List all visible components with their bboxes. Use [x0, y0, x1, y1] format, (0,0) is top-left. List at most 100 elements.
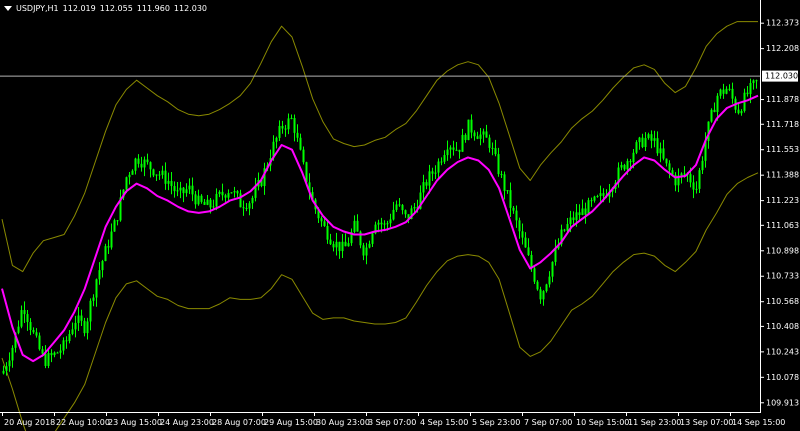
candle-body [590, 200, 593, 202]
candle-body [296, 132, 299, 138]
y-tick-label: 110.243 [766, 347, 799, 356]
candle-body [215, 193, 218, 207]
candle-body [188, 185, 191, 190]
candles-layer [2, 78, 758, 376]
candle-body [281, 125, 284, 129]
candle-body [368, 243, 371, 248]
candle-body [629, 161, 632, 163]
candle-body [647, 134, 650, 139]
x-tick-label: 14 Sep 15:00 [732, 418, 785, 427]
candle-body [218, 191, 221, 194]
candle-body [539, 289, 542, 300]
candle-body [170, 181, 173, 187]
candle-body [239, 193, 242, 208]
candle-body [137, 158, 140, 164]
candle-body [20, 310, 23, 327]
candle-body [485, 131, 488, 138]
candle-body [101, 261, 104, 271]
candle-body [470, 119, 473, 133]
candle-body [53, 352, 56, 356]
candle-body [581, 208, 584, 216]
candle-body [371, 233, 374, 244]
candle-body [194, 194, 197, 205]
candle-body [377, 222, 380, 225]
candle-body [50, 353, 53, 356]
candle-body [206, 199, 209, 205]
candle-body [44, 353, 47, 366]
candle-body [41, 349, 44, 354]
candle-body [173, 186, 176, 192]
candle-body [713, 109, 716, 112]
candle-body [467, 119, 470, 140]
candle-body [116, 220, 119, 222]
candle-body [473, 132, 476, 137]
candle-body [212, 206, 215, 208]
candle-body [356, 220, 359, 232]
candle-body [32, 330, 35, 333]
candle-body [383, 223, 386, 225]
current-price-label: 112.030 [762, 70, 798, 82]
candle-body [2, 370, 5, 374]
candle-body [236, 191, 239, 194]
candle-body [695, 188, 698, 190]
candle-body [113, 220, 116, 232]
candle-body [323, 221, 326, 227]
candle-body [551, 261, 554, 277]
candle-body [503, 174, 506, 191]
candle-body [692, 182, 695, 190]
y-tick-label: 111.878 [766, 95, 799, 104]
candle-body [509, 190, 512, 208]
candle-body [233, 191, 236, 193]
candle-body [341, 241, 344, 252]
candle-body [446, 149, 449, 156]
open-value: 112.019 [62, 3, 96, 13]
candle-body [128, 174, 131, 178]
candle-body [641, 137, 644, 148]
candle-body [533, 268, 536, 282]
candle-body [512, 207, 515, 211]
candle-body [491, 147, 494, 149]
x-axis-ticks: 20 Aug 2018 22 Aug 10:0023 Aug 15:0024 Au… [2, 412, 785, 427]
dropdown-triangle-icon[interactable] [4, 5, 12, 11]
candle-body [635, 142, 638, 153]
candle-body [482, 131, 485, 135]
candle-body [68, 334, 71, 341]
candle-body [623, 164, 626, 170]
x-tick-label: 29 Aug 15:00 [264, 418, 318, 427]
candle-body [494, 148, 497, 155]
candle-body [38, 335, 41, 350]
x-tick-label: 4 Sep 15:00 [420, 418, 468, 427]
candle-body [155, 174, 158, 176]
y-tick-label: 109.913 [766, 398, 799, 407]
candle-body [275, 137, 278, 142]
candle-body [443, 155, 446, 162]
candle-body [254, 186, 257, 198]
candle-body [386, 223, 389, 225]
candle-body [632, 152, 635, 163]
candle-body [716, 95, 719, 112]
candle-body [464, 134, 467, 140]
y-tick-label: 111.553 [766, 145, 799, 154]
candle-body [227, 193, 230, 198]
chart-header: USDJPY,H1 112.019 112.055 111.960 112.03… [4, 2, 211, 14]
candle-body [662, 148, 665, 159]
price-chart[interactable]: 112.373 112.208 111.878 111.718 111.553 111.3… [0, 0, 800, 431]
candle-body [74, 322, 77, 330]
y-tick-label: 111.388 [766, 171, 799, 180]
candle-body [644, 138, 647, 148]
candle-body [110, 231, 113, 248]
candle-body [755, 80, 758, 82]
candle-body [29, 322, 32, 331]
candle-body [518, 220, 521, 232]
candle-body [62, 340, 65, 351]
candle-body [728, 88, 731, 90]
chart-window[interactable]: 112.373 112.208 111.878 111.718 111.553 111.3… [0, 0, 800, 431]
candle-body [731, 88, 734, 99]
candle-body [71, 329, 74, 335]
candle-body [179, 187, 182, 191]
candle-body [545, 284, 548, 292]
candle-body [392, 209, 395, 220]
candle-body [11, 347, 14, 361]
candle-body [653, 138, 656, 141]
candle-body [353, 220, 356, 232]
